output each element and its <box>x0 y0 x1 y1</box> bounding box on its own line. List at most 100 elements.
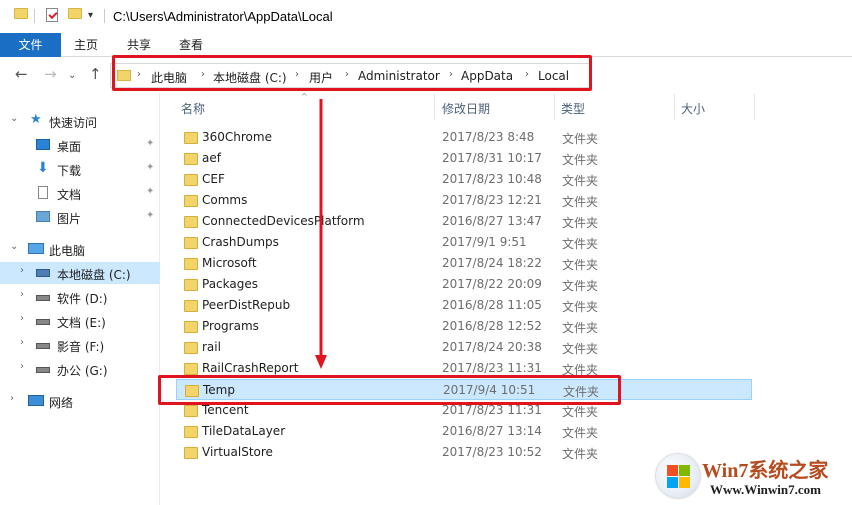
file-date: 2017/8/23 12:21 <box>442 193 542 207</box>
folder-icon <box>184 363 198 375</box>
list-item[interactable]: RailCrashReport 2017/8/23 11:31 文件夹 <box>176 358 752 379</box>
nav-item-documents[interactable]: 文档 ✦ <box>0 182 160 204</box>
watermark: Win7系统之家 Www.Winwin7.com <box>652 450 852 505</box>
list-item[interactable]: aef 2017/8/31 10:17 文件夹 <box>176 148 752 169</box>
breadcrumb-this-pc[interactable]: 此电脑 <box>151 69 187 86</box>
list-item[interactable]: ConnectedDevicesPlatform 2016/8/27 13:47 文… <box>176 211 752 232</box>
address-bar[interactable]: › 此电脑 › 本地磁盘 (C:) › 用户 › Administrator ›… <box>110 63 592 88</box>
nav-item-drive-e[interactable]: › 文档 (E:) <box>0 310 160 332</box>
file-type: 文件夹 <box>562 405 599 419</box>
breadcrumb-administrator[interactable]: Administrator <box>358 69 440 83</box>
nav-item-drive-d[interactable]: › 软件 (D:) <box>0 286 160 308</box>
file-date: 2017/9/4 10:51 <box>443 383 536 397</box>
list-item[interactable]: PeerDistRepub 2016/8/28 11:05 文件夹 <box>176 295 752 316</box>
logo-quadrant <box>679 477 690 488</box>
customize-toolbar-icon[interactable]: ▾ <box>88 10 93 21</box>
folder-icon <box>14 8 28 19</box>
list-item[interactable]: CrashDumps 2017/9/1 9:51 文件夹 <box>176 232 752 253</box>
nav-item-quick-access[interactable]: ⌄ ★ 快速访问 <box>0 110 160 132</box>
list-item[interactable]: Temp 2017/9/4 10:51 文件夹 <box>176 379 752 400</box>
nav-item-downloads[interactable]: ⬇ 下载 ✦ <box>0 158 160 180</box>
nav-item-label: 影音 (F:) <box>57 340 105 354</box>
logo-quadrant <box>667 465 678 476</box>
pin-icon[interactable]: ✦ <box>146 210 154 221</box>
list-item[interactable]: Comms 2017/8/23 12:21 文件夹 <box>176 190 752 211</box>
chevron-right-icon[interactable]: › <box>137 69 141 80</box>
tab-share[interactable]: 共享 <box>116 33 162 57</box>
column-divider[interactable] <box>674 94 675 120</box>
chevron-down-icon[interactable]: ⌄ <box>10 241 18 252</box>
pin-icon[interactable]: ✦ <box>146 138 154 149</box>
file-type: 文件夹 <box>562 174 599 188</box>
chevron-down-icon[interactable]: ⌄ <box>10 113 18 124</box>
chevron-right-icon[interactable]: › <box>201 69 205 80</box>
watermark-url: Www.Winwin7.com <box>710 482 821 497</box>
column-header-size[interactable]: 大小 <box>681 100 705 117</box>
chevron-right-icon[interactable]: › <box>295 69 299 80</box>
nav-item-drive-g[interactable]: › 办公 (G:) <box>0 358 160 380</box>
file-type: 文件夹 <box>562 300 599 314</box>
forward-arrow-icon[interactable]: → <box>44 66 57 82</box>
back-arrow-icon[interactable]: ← <box>15 66 28 82</box>
chevron-right-icon[interactable]: › <box>20 337 24 348</box>
new-folder-icon[interactable] <box>68 8 82 19</box>
folder-icon <box>184 321 198 333</box>
column-divider[interactable] <box>434 94 435 120</box>
pin-icon[interactable]: ✦ <box>146 186 154 197</box>
breadcrumb-appdata[interactable]: AppData <box>461 69 513 83</box>
list-item[interactable]: CEF 2017/8/23 10:48 文件夹 <box>176 169 752 190</box>
column-divider[interactable] <box>554 94 555 120</box>
breadcrumb-users[interactable]: 用户 <box>309 69 333 86</box>
column-header-name[interactable]: 名称 <box>181 100 205 117</box>
file-type: 文件夹 <box>562 426 599 440</box>
nav-item-drive-f[interactable]: › 影音 (F:) <box>0 334 160 356</box>
file-date: 2017/8/23 8:48 <box>442 130 535 144</box>
chevron-right-icon[interactable]: › <box>20 361 24 372</box>
list-item[interactable]: Microsoft 2017/8/24 18:22 文件夹 <box>176 253 752 274</box>
chevron-right-icon[interactable]: › <box>20 313 24 324</box>
nav-item-desktop[interactable]: 桌面 ✦ <box>0 134 160 156</box>
chevron-right-icon[interactable]: › <box>449 69 453 80</box>
tab-home[interactable]: 主页 <box>63 33 109 57</box>
chevron-right-icon[interactable]: › <box>20 265 24 276</box>
folder-icon <box>117 70 131 81</box>
properties-icon[interactable] <box>46 8 58 22</box>
nav-item-network[interactable]: › 网络 <box>0 390 160 412</box>
list-item[interactable]: Tencent 2017/8/23 11:31 文件夹 <box>176 400 752 421</box>
chevron-right-icon[interactable]: › <box>20 289 24 300</box>
folder-icon <box>184 447 198 459</box>
file-type: 文件夹 <box>562 447 599 461</box>
nav-item-label: 本地磁盘 (C:) <box>57 268 131 282</box>
file-date: 2017/8/23 11:31 <box>442 361 542 375</box>
recent-locations-icon[interactable]: ⌄ <box>68 68 76 84</box>
nav-item-this-pc[interactable]: ⌄ 此电脑 <box>0 238 160 260</box>
folder-icon <box>184 153 198 165</box>
list-item[interactable]: 360Chrome 2017/8/23 8:48 文件夹 <box>176 127 752 148</box>
chevron-right-icon[interactable]: › <box>10 393 14 404</box>
tab-view[interactable]: 查看 <box>168 33 214 57</box>
file-type: 文件夹 <box>562 237 599 251</box>
list-item[interactable]: Packages 2017/8/22 20:09 文件夹 <box>176 274 752 295</box>
nav-item-drive-c[interactable]: › 本地磁盘 (C:) <box>0 262 160 284</box>
file-date: 2017/8/23 10:52 <box>442 445 542 459</box>
list-item[interactable]: Programs 2016/8/28 12:52 文件夹 <box>176 316 752 337</box>
chevron-right-icon[interactable]: › <box>345 69 349 80</box>
chevron-right-icon[interactable]: › <box>525 69 529 80</box>
file-type: 文件夹 <box>562 342 599 356</box>
drive-icon <box>36 319 50 325</box>
pin-icon[interactable]: ✦ <box>146 162 154 173</box>
column-header-date[interactable]: 修改日期 <box>442 100 490 117</box>
file-date: 2016/8/28 12:52 <box>442 319 542 333</box>
tab-file[interactable]: 文件 <box>0 33 61 57</box>
breadcrumb-local[interactable]: Local <box>538 69 569 83</box>
column-divider[interactable] <box>754 94 755 120</box>
file-type: 文件夹 <box>562 216 599 230</box>
file-type: 文件夹 <box>562 195 599 209</box>
list-item[interactable]: rail 2017/8/24 20:38 文件夹 <box>176 337 752 358</box>
up-arrow-icon[interactable]: ↑ <box>89 66 102 82</box>
column-header-type[interactable]: 类型 <box>561 100 585 117</box>
nav-item-pictures[interactable]: 图片 ✦ <box>0 206 160 228</box>
list-item[interactable]: TileDataLayer 2016/8/27 13:14 文件夹 <box>176 421 752 442</box>
file-name: Comms <box>202 193 248 207</box>
breadcrumb-local-disk-c[interactable]: 本地磁盘 (C:) <box>213 69 287 86</box>
